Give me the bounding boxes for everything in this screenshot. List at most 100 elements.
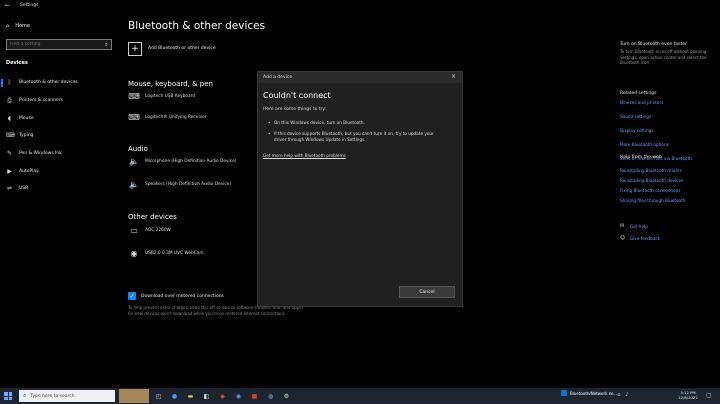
metered-download-checkbox[interactable]: ✓: [128, 292, 136, 300]
keyboard-icon: ⌨: [128, 92, 140, 101]
usb-icon: ⇌: [6, 185, 13, 193]
close-icon[interactable]: ×: [451, 73, 456, 80]
related-link[interactable]: Devices and printers: [620, 100, 663, 105]
add-device-label[interactable]: Add Bluetooth or other device: [148, 46, 216, 51]
device-name: Logitech® Unifying Receiver: [145, 115, 207, 120]
page-title: Bluetooth & other devices: [128, 20, 266, 32]
sidebar-item-home[interactable]: ⌂ Home: [6, 23, 30, 29]
sidebar: ⌂ Home ⌕ Devices ᛒ Bluetooth & other dev…: [0, 12, 118, 388]
taskbar-search-placeholder: Type here to search: [30, 393, 75, 399]
taskbar-apps: ◰ ● ▬ ◧ ◆ ◉ ■ ◍ ⚙: [153, 390, 292, 402]
bluetooth-help-link[interactable]: Get more help with Bluetooth problems: [263, 153, 346, 158]
help-link[interactable]: Sharing files through Bluetooth: [620, 198, 685, 203]
metered-download-label: Download over metered connections: [141, 293, 224, 299]
sidebar-item-label: Mouse: [19, 115, 34, 121]
get-help-link[interactable]: ✉ Get help: [620, 223, 648, 229]
turn-on-bluetooth-text: To turn Bluetooth on or off without open…: [620, 49, 707, 65]
cancel-button[interactable]: Cancel: [399, 286, 455, 298]
sidebar-item-mouse[interactable]: ◖ Mouse: [0, 109, 118, 127]
sidebar-item-typing[interactable]: ⌨ Typing: [0, 127, 118, 145]
help-link[interactable]: Fixing Bluetooth connections: [620, 188, 680, 193]
chrome-icon[interactable]: ◉: [233, 390, 244, 402]
back-arrow-icon[interactable]: ←: [5, 2, 10, 9]
device-item[interactable]: ▭ AOC 2260W: [128, 226, 171, 235]
mouse-icon: ◖: [7, 114, 12, 122]
sidebar-item-label: Bluetooth & other devices: [19, 80, 78, 86]
plus-icon: +: [131, 44, 139, 54]
device-item[interactable]: ⌨ Logitech® Unifying Receiver: [128, 113, 207, 122]
speaker-icon: 🔈: [129, 157, 139, 166]
sidebar-item-label: Typing: [19, 133, 34, 139]
settings-search-input[interactable]: [10, 40, 100, 49]
add-device-button[interactable]: +: [128, 42, 142, 56]
bluetooth-notification-icon: [561, 390, 567, 396]
device-item[interactable]: ⌨ Logitech USB Keyboard: [128, 92, 195, 101]
brave-icon[interactable]: ◆: [217, 390, 228, 402]
related-panel: Turn on Bluetooth even faster To turn Bl…: [620, 12, 715, 388]
system-tray: ⌃ ⌂ ♪: [608, 392, 629, 398]
dialog-title: Add a device: [263, 75, 293, 80]
office-icon[interactable]: ■: [249, 390, 260, 402]
settings-search-box[interactable]: ⌕: [6, 39, 112, 50]
related-link[interactable]: Display settings: [620, 128, 653, 133]
dialog-tip: If this device supports Bluetooth, but y…: [268, 131, 434, 142]
help-from-web-header: Help from the web: [620, 155, 662, 160]
taskbar-search[interactable]: ⌕ Type here to search: [19, 390, 115, 402]
volume-icon[interactable]: ♪: [625, 392, 628, 398]
dialog-intro: Here are some things to try:: [263, 107, 327, 112]
app-title: Settings: [20, 3, 39, 8]
sidebar-item-printers[interactable]: ⎙ Printers & scanners: [0, 92, 118, 110]
search-icon: ⌕: [23, 392, 27, 399]
sidebar-item-usb[interactable]: ⇌ USB: [0, 180, 118, 198]
printer-icon: ⎙: [7, 96, 12, 104]
start-button[interactable]: [4, 392, 12, 400]
taskbar-clock[interactable]: 3:12 PM 12/8/2022: [674, 390, 702, 400]
keyboard-icon: ⌨: [6, 132, 15, 140]
taskbar: ⌕ Type here to search ◰ ● ▬ ◧ ◆ ◉ ■ ◍ ⚙ …: [0, 388, 720, 404]
help-link[interactable]: Reinstalling Bluetooth devices: [620, 178, 683, 183]
bluetooth-icon: ᛒ: [7, 79, 12, 87]
group-header-audio: Audio: [128, 145, 148, 153]
give-feedback-label: Give feedback: [630, 235, 661, 241]
metered-download-option[interactable]: ✓ Download over metered connections: [128, 292, 224, 300]
group-header-other-devices: Other devices: [128, 213, 177, 221]
device-name: Speakers (High Definition Audio Device): [145, 182, 232, 187]
search-icon[interactable]: ⌕: [105, 41, 108, 49]
sidebar-item-label: Printers & scanners: [19, 98, 63, 104]
action-center-icon[interactable]: ▢: [706, 392, 712, 399]
help-link[interactable]: Reinstalling Bluetooth drivers: [620, 168, 682, 173]
monitor-icon: ▭: [130, 226, 138, 235]
device-item[interactable]: 🔈 Speakers (High Definition Audio Device…: [128, 180, 231, 189]
related-link[interactable]: More Bluetooth options: [620, 142, 669, 147]
sidebar-item-bluetooth[interactable]: ᛒ Bluetooth & other devices: [0, 74, 118, 92]
home-icon: ⌂: [6, 23, 10, 29]
home-label: Home: [15, 23, 30, 29]
settings-gear-icon[interactable]: ⚙: [281, 390, 292, 402]
device-name: Microphone (High Definition Audio Device…: [145, 159, 237, 164]
edge-icon[interactable]: ●: [169, 390, 180, 402]
clock-date: 12/8/2022: [678, 395, 698, 400]
dialog-body: Couldn't connect Here are some things to…: [258, 83, 462, 306]
file-explorer-icon[interactable]: ▬: [185, 390, 196, 402]
chevron-up-icon[interactable]: ⌃: [608, 392, 612, 398]
device-item[interactable]: 🔈 Microphone (High Definition Audio Devi…: [128, 157, 236, 166]
task-view-icon[interactable]: ◰: [153, 390, 164, 402]
related-link[interactable]: Sound settings: [620, 114, 651, 119]
chat-icon: ✉: [620, 223, 625, 229]
sidebar-item-label: Pen & Windows Ink: [19, 151, 62, 157]
device-item[interactable]: ◉ USB2.0 0.3M UVC WebCam: [128, 249, 204, 258]
sidebar-item-autoplay[interactable]: ▶ AutoPlay: [0, 162, 118, 180]
sidebar-nav: ᛒ Bluetooth & other devices ⎙ Printers &…: [0, 74, 118, 198]
task-view-thumbnail[interactable]: [119, 389, 149, 403]
title-bar: ← Settings: [0, 0, 720, 12]
store-icon[interactable]: ◧: [201, 390, 212, 402]
pen-icon: ✎: [6, 150, 13, 158]
teams-icon[interactable]: ◍: [265, 390, 276, 402]
dialog-heading: Couldn't connect: [263, 91, 331, 100]
give-feedback-link[interactable]: ☺ Give feedback: [620, 235, 660, 241]
turn-on-bluetooth-header: Turn on Bluetooth even faster: [620, 42, 687, 47]
dialog-tip: On this Windows device, turn on Bluetoot…: [268, 120, 434, 126]
sidebar-item-pen[interactable]: ✎ Pen & Windows Ink: [0, 145, 118, 163]
network-icon[interactable]: ⌂: [617, 392, 620, 398]
get-help-label: Get help: [630, 223, 648, 229]
